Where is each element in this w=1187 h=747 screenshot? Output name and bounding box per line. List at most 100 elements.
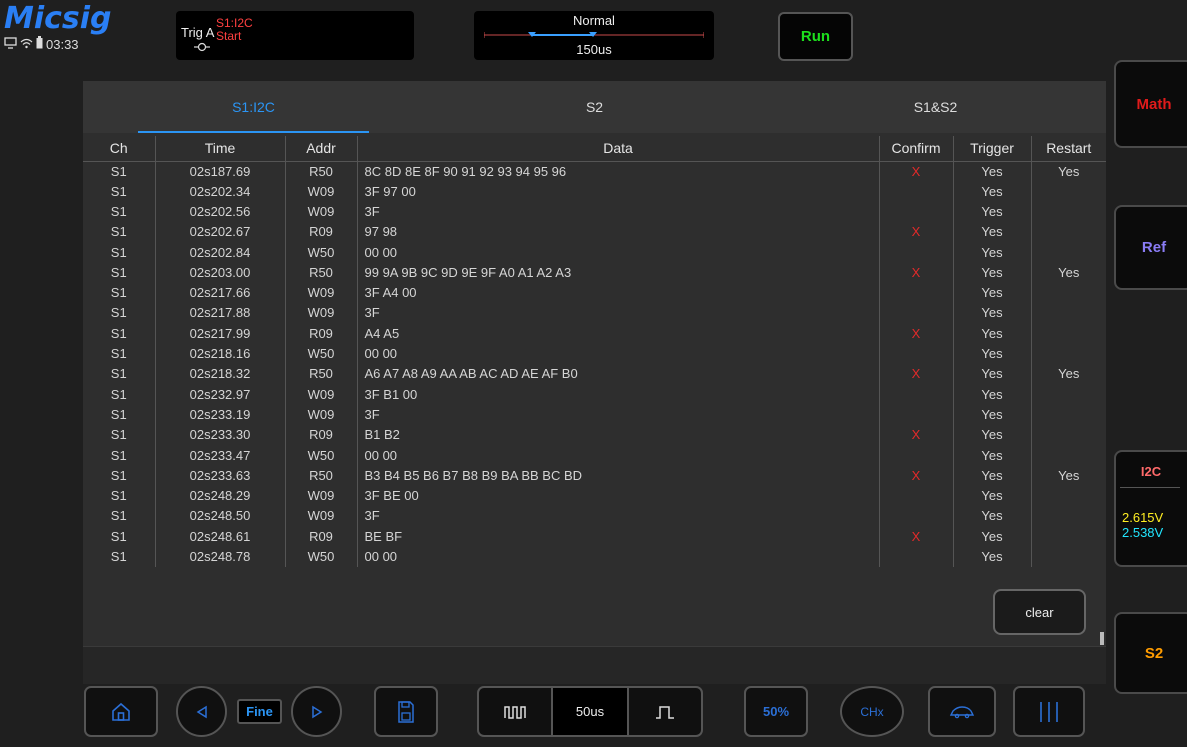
cell-data: A6 A7 A8 A9 AA AB AC AD AE AF B0 xyxy=(357,364,880,385)
column-header-ch[interactable]: Ch xyxy=(83,136,156,162)
ref-button[interactable]: Ref xyxy=(1114,205,1187,290)
math-button[interactable]: Math xyxy=(1114,60,1187,148)
vertical-bars-icon xyxy=(1040,701,1058,722)
cell-addr: W50 xyxy=(285,242,358,263)
cell-trigger: Yes xyxy=(953,506,1032,527)
table-row[interactable]: S1 02s233.63 R50 B3 B4 B5 B6 B7 B8 B9 BA BB… xyxy=(83,465,1106,486)
table-row[interactable]: S1 02s202.84 W50 00 00 Yes xyxy=(83,242,1106,263)
horizontal-panel[interactable]: Normal 150us xyxy=(474,11,714,60)
auto-button[interactable] xyxy=(928,686,996,737)
cell-ch: S1 xyxy=(83,323,156,344)
timebase-decrease-button[interactable] xyxy=(479,688,551,735)
table-row[interactable]: S1 02s218.16 W50 00 00 Yes xyxy=(83,343,1106,365)
cell-confirm xyxy=(879,201,954,223)
table-row[interactable]: S1 02s233.30 R09 B1 B2 X Yes xyxy=(83,425,1106,446)
column-header-confirm[interactable]: Confirm xyxy=(879,136,954,162)
cell-trigger: Yes xyxy=(953,242,1032,263)
channel-select-button[interactable]: CHx xyxy=(840,686,904,737)
cell-restart: Yes xyxy=(1058,366,1080,382)
column-header-time[interactable]: Time xyxy=(155,136,286,162)
cell-addr: W50 xyxy=(285,546,358,568)
timebase-increase-button[interactable] xyxy=(629,688,701,735)
step-left-button[interactable] xyxy=(176,686,227,737)
cell-confirm xyxy=(879,506,954,527)
table-row[interactable]: S1 02s217.66 W09 3F A4 00 Yes xyxy=(83,282,1106,304)
cell-data: 3F xyxy=(357,303,880,324)
table-row[interactable]: S1 02s202.34 W09 3F 97 00 Yes xyxy=(83,181,1106,202)
cell-addr: W09 xyxy=(285,485,358,507)
cell-time: 02s202.84 xyxy=(155,242,286,263)
cell-trigger: Yes xyxy=(953,384,1032,405)
fine-toggle[interactable]: Fine xyxy=(237,699,282,724)
cell-addr: W09 xyxy=(285,404,358,426)
home-button[interactable] xyxy=(84,686,158,737)
cell-confirm xyxy=(879,303,954,324)
cell-restart xyxy=(1031,202,1106,222)
s2-button[interactable]: S2 xyxy=(1114,612,1187,694)
status-bar: 03:33 xyxy=(4,36,144,52)
cell-addr: W09 xyxy=(285,506,358,527)
cell-time: 02s248.78 xyxy=(155,546,286,568)
cell-data: B3 B4 B5 B6 B7 B8 B9 BA BB BC BD xyxy=(357,465,880,486)
menu-button[interactable] xyxy=(1013,686,1085,737)
column-header-restart[interactable]: Restart xyxy=(1031,136,1106,162)
table-row[interactable]: S1 02s233.47 W50 00 00 Yes xyxy=(83,445,1106,466)
cell-data: 97 98 xyxy=(357,222,880,243)
trigger-panel[interactable]: Trig A S1:I2C Start xyxy=(176,11,414,60)
table-row[interactable]: S1 02s187.69 R50 8C 8D 8E 8F 90 91 92 93 94… xyxy=(83,161,1106,182)
cell-confirm xyxy=(879,404,954,426)
column-header-trigger[interactable]: Trigger xyxy=(953,136,1032,162)
table-row[interactable]: S1 02s203.00 R50 99 9A 9B 9C 9D 9E 9F A0 A1… xyxy=(83,262,1106,283)
cell-confirm xyxy=(879,282,954,304)
table-row[interactable]: S1 02s202.56 W09 3F Yes xyxy=(83,201,1106,223)
cell-addr: R09 xyxy=(285,425,358,446)
fifty-percent-button[interactable]: 50% xyxy=(744,686,808,737)
cell-trigger: Yes xyxy=(953,425,1032,446)
cell-time: 02s202.56 xyxy=(155,201,286,223)
cell-time: 02s232.97 xyxy=(155,384,286,405)
cell-ch: S1 xyxy=(83,485,156,507)
cell-data: 3F BE 00 xyxy=(357,485,880,507)
step-right-button[interactable] xyxy=(291,686,342,737)
cell-addr: R50 xyxy=(285,364,358,385)
cell-data: 3F B1 00 xyxy=(357,384,880,405)
run-button[interactable]: Run xyxy=(778,12,853,61)
trigger-mode: Normal xyxy=(573,13,615,28)
cell-addr: R09 xyxy=(285,526,358,547)
table-row[interactable]: S1 02s217.88 W09 3F Yes xyxy=(83,303,1106,324)
cell-trigger: Yes xyxy=(953,364,1032,385)
table-row[interactable]: S1 02s217.99 R09 A4 A5 X Yes xyxy=(83,323,1106,344)
clear-button[interactable]: clear xyxy=(993,589,1086,635)
table-row[interactable]: S1 02s248.78 W50 00 00 Yes xyxy=(83,546,1106,568)
table-row[interactable]: S1 02s233.19 W09 3F Yes xyxy=(83,404,1106,426)
save-button[interactable] xyxy=(374,686,438,737)
cell-data: 00 00 xyxy=(357,445,880,466)
tab-s1-s2[interactable]: S1&S2 xyxy=(765,81,1106,133)
table-row[interactable]: S1 02s248.61 R09 BE BF X Yes xyxy=(83,526,1106,547)
cell-restart xyxy=(1031,384,1106,404)
cell-confirm: X xyxy=(879,425,954,446)
trigger-source: S1:I2C Start xyxy=(216,17,253,43)
i2c-channel-button[interactable]: I2C 2.615V 2.538V xyxy=(1114,450,1187,567)
decode-table-panel: S1:I2C S2 S1&S2 Ch Time Addr Data Confir… xyxy=(83,81,1106,684)
cell-confirm xyxy=(879,343,954,365)
column-header-addr[interactable]: Addr xyxy=(285,136,358,162)
tab-s1-i2c[interactable]: S1:I2C xyxy=(83,81,424,133)
column-header-data[interactable]: Data xyxy=(357,136,880,162)
table-row[interactable]: S1 02s218.32 R50 A6 A7 A8 A9 AA AB AC AD AE… xyxy=(83,364,1106,385)
table-row[interactable]: S1 02s232.97 W09 3F B1 00 Yes xyxy=(83,384,1106,405)
battery-icon xyxy=(36,36,43,52)
cell-addr: W09 xyxy=(285,282,358,304)
scrollbar-thumb[interactable] xyxy=(1100,632,1104,645)
table-row[interactable]: S1 02s248.29 W09 3F BE 00 Yes xyxy=(83,485,1106,507)
tab-s2[interactable]: S2 xyxy=(424,81,765,133)
cell-time: 02s218.32 xyxy=(155,364,286,385)
trigger-source-line1: S1:I2C xyxy=(216,16,253,30)
cell-data: 3F A4 00 xyxy=(357,282,880,304)
table-row[interactable]: S1 02s248.50 W09 3F Yes xyxy=(83,506,1106,527)
cell-addr: W09 xyxy=(285,181,358,202)
table-row[interactable]: S1 02s202.67 R09 97 98 X Yes xyxy=(83,222,1106,243)
cell-ch: S1 xyxy=(83,161,156,182)
table-scroll-area[interactable]: S1:I2C S2 S1&S2 Ch Time Addr Data Confir… xyxy=(83,81,1106,646)
cell-restart xyxy=(1031,486,1106,506)
